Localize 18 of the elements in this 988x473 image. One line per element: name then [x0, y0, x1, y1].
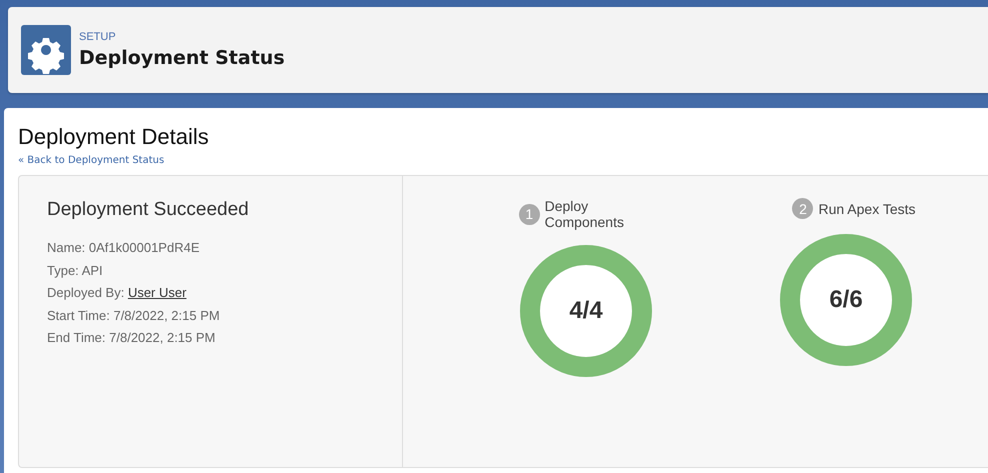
- step-number: 1: [519, 204, 540, 224]
- detail-line: End Time: 7/8/2022, 2:15 PM: [47, 329, 216, 347]
- settings-icon: [21, 25, 71, 75]
- breadcrumb-label: SETUP: [79, 31, 117, 43]
- back-link[interactable]: « Back to Deployment Status: [18, 155, 164, 166]
- detail-line: Deployed By: User User: [47, 284, 188, 302]
- progress-count: 4/4: [568, 298, 604, 324]
- detail-line: Name: 0Af1k00001PdR4E: [47, 239, 200, 257]
- step-label: Run Apex Tests: [818, 200, 916, 216]
- page-title: Deployment Status: [79, 47, 285, 69]
- step-number: 2: [792, 198, 814, 219]
- detail-line: Type: API: [47, 262, 104, 280]
- progress-count: 6/6: [828, 287, 864, 313]
- status-title: Deployment Succeeded: [47, 199, 250, 221]
- detail-line: Start Time: 7/8/2022, 2:15 PM: [47, 306, 221, 324]
- section-title: Deployment Details: [18, 124, 210, 150]
- user-link[interactable]: User User: [128, 285, 186, 300]
- step-label: Deploy Components: [544, 198, 625, 230]
